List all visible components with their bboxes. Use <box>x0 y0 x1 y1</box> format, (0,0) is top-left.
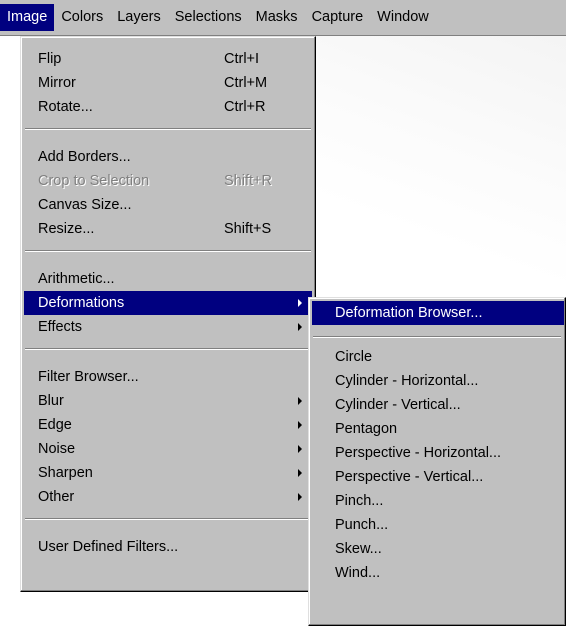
menu-separator <box>25 250 311 252</box>
shortcut-flip: Ctrl+I <box>224 51 260 67</box>
shortcut-rotate: Ctrl+R <box>224 99 266 115</box>
menu-item-cylinder-horizontal[interactable]: Cylinder - Horizontal... <box>312 369 564 393</box>
menu-separator <box>25 518 311 520</box>
menu-item-arithmetic[interactable]: Arithmetic... <box>24 267 312 291</box>
menu-item-add-borders[interactable]: Add Borders... <box>24 145 312 169</box>
menu-item-noise[interactable]: Noise <box>24 437 312 461</box>
menu-separator <box>25 128 311 130</box>
menu-item-blur[interactable]: Blur <box>24 389 312 413</box>
menu-item-deformation-browser[interactable]: Deformation Browser... <box>312 301 564 325</box>
menu-bar: Image Colors Layers Selections Masks Cap… <box>0 0 566 36</box>
menu-item-edge[interactable]: Edge <box>24 413 312 437</box>
menu-capture[interactable]: Capture <box>305 4 371 31</box>
shortcut-mirror: Ctrl+M <box>224 75 268 91</box>
menu-separator <box>25 348 311 350</box>
menu-item-filter-browser[interactable]: Filter Browser... <box>24 365 312 389</box>
menu-item-rotate[interactable]: Rotate... Ctrl+R <box>24 95 312 119</box>
menu-layers[interactable]: Layers <box>110 4 168 31</box>
menu-image[interactable]: Image <box>0 4 55 31</box>
menu-item-cylinder-vertical[interactable]: Cylinder - Vertical... <box>312 393 564 417</box>
menu-item-flip[interactable]: Flip Ctrl+I <box>24 47 312 71</box>
submenu-arrow-icon <box>298 397 302 405</box>
menu-item-other[interactable]: Other <box>24 485 312 509</box>
menu-item-sharpen[interactable]: Sharpen <box>24 461 312 485</box>
menu-item-pentagon[interactable]: Pentagon <box>312 417 564 441</box>
submenu-arrow-icon <box>298 421 302 429</box>
menu-item-skew[interactable]: Skew... <box>312 537 564 561</box>
menu-colors[interactable]: Colors <box>54 4 110 31</box>
menu-item-crop-to-selection: Crop to Selection Shift+R <box>24 169 312 193</box>
menu-masks[interactable]: Masks <box>249 4 305 31</box>
background-sheen <box>316 36 566 306</box>
menu-item-punch[interactable]: Punch... <box>312 513 564 537</box>
menu-item-pinch[interactable]: Pinch... <box>312 489 564 513</box>
menu-item-canvas-size[interactable]: Canvas Size... <box>24 193 312 217</box>
shortcut-resize: Shift+S <box>224 221 272 237</box>
menu-selections[interactable]: Selections <box>168 4 249 31</box>
menu-item-circle[interactable]: Circle <box>312 345 564 369</box>
submenu-arrow-icon <box>298 323 302 331</box>
deformations-submenu: Deformation Browser... Circle Cylinder -… <box>308 297 566 626</box>
shortcut-crop: Shift+R <box>224 173 272 189</box>
submenu-arrow-icon <box>298 299 302 307</box>
image-menu: Flip Ctrl+I Mirror Ctrl+M Rotate... Ctrl… <box>20 36 316 592</box>
menu-item-resize[interactable]: Resize... Shift+S <box>24 217 312 241</box>
menu-item-mirror[interactable]: Mirror Ctrl+M <box>24 71 312 95</box>
menu-item-user-defined-filters[interactable]: User Defined Filters... <box>24 535 312 559</box>
menu-item-effects[interactable]: Effects <box>24 315 312 339</box>
menu-item-perspective-horizontal[interactable]: Perspective - Horizontal... <box>312 441 564 465</box>
menu-item-perspective-vertical[interactable]: Perspective - Vertical... <box>312 465 564 489</box>
menu-item-deformations[interactable]: Deformations <box>24 291 312 315</box>
submenu-arrow-icon <box>298 493 302 501</box>
menu-separator <box>313 336 561 338</box>
submenu-arrow-icon <box>298 445 302 453</box>
menu-window[interactable]: Window <box>370 4 436 31</box>
submenu-arrow-icon <box>298 469 302 477</box>
menu-item-wind[interactable]: Wind... <box>312 561 564 585</box>
